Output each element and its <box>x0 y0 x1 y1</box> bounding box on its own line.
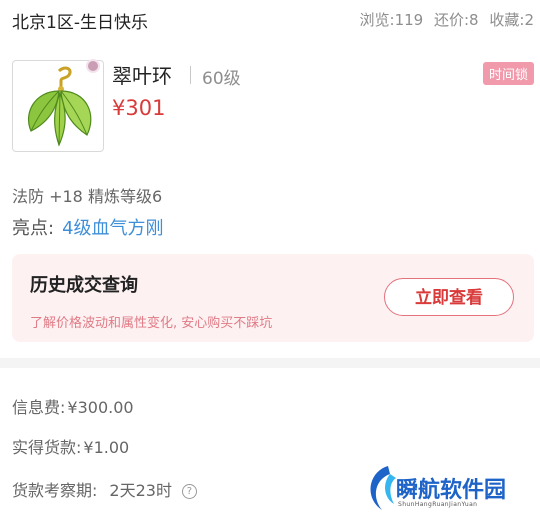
highlight-row: 亮点: 4级血气方刚 <box>12 214 164 240</box>
quality-dot <box>86 59 100 73</box>
watermark-text: 瞬航软件园 <box>396 478 507 503</box>
received-payment-label: 实得货款: <box>12 438 82 457</box>
name-level-divider <box>190 66 191 84</box>
watermark-logo-icon <box>370 466 396 510</box>
item-attributes: 法防 +18 精炼等级6 <box>12 187 163 206</box>
info-fee-label: 信息费: <box>12 398 66 417</box>
help-icon[interactable]: ? <box>181 484 197 499</box>
inspection-period-row: 货款考察期: 2天23时? <box>12 477 197 501</box>
section-separator <box>0 358 540 368</box>
views-count: 浏览:119 <box>359 11 424 29</box>
item-price: ¥301 <box>112 96 166 120</box>
info-fee-row: 信息费: ¥300.00 <box>12 394 134 418</box>
view-now-button[interactable]: 立即查看 <box>384 278 514 316</box>
history-trade-panel: 历史成交查询 了解价格波动和属性变化, 安心购买不踩坑 立即查看 <box>12 254 534 342</box>
server-title: 北京1区-生日快乐 <box>12 13 148 33</box>
listing-stats: 浏览:119 还价:8 收藏:2 <box>354 9 534 30</box>
watermark-pinyin: ShunHangRuanJianYuan <box>398 501 478 508</box>
listing-header: 北京1区-生日快乐 浏览:119 还价:8 收藏:2 <box>0 0 540 42</box>
leaf-ring-icon <box>27 66 92 147</box>
favorites-count: 收藏:2 <box>489 11 534 29</box>
inspection-period-value: 2天23时 <box>109 481 172 500</box>
bargains-count: 还价:8 <box>434 11 479 29</box>
history-title: 历史成交查询 <box>30 275 138 296</box>
time-lock-badge: 时间锁 <box>482 62 534 85</box>
highlight-value[interactable]: 4级血气方刚 <box>62 218 163 239</box>
inspection-period-label: 货款考察期: <box>12 481 98 500</box>
highlight-label: 亮点: <box>12 218 55 239</box>
history-subtitle: 了解价格波动和属性变化, 安心购买不踩坑 <box>30 316 273 331</box>
received-payment-row: 实得货款: ¥1.00 <box>12 434 129 458</box>
watermark-logo: 瞬航软件园 ShunHangRuanJianYuan <box>360 460 540 514</box>
item-thumbnail[interactable] <box>12 60 104 152</box>
received-payment-value: ¥1.00 <box>83 438 130 457</box>
info-fee-value: ¥300.00 <box>67 398 134 417</box>
item-level: 60级 <box>202 69 241 89</box>
item-name: 翠叶环 <box>112 64 172 88</box>
